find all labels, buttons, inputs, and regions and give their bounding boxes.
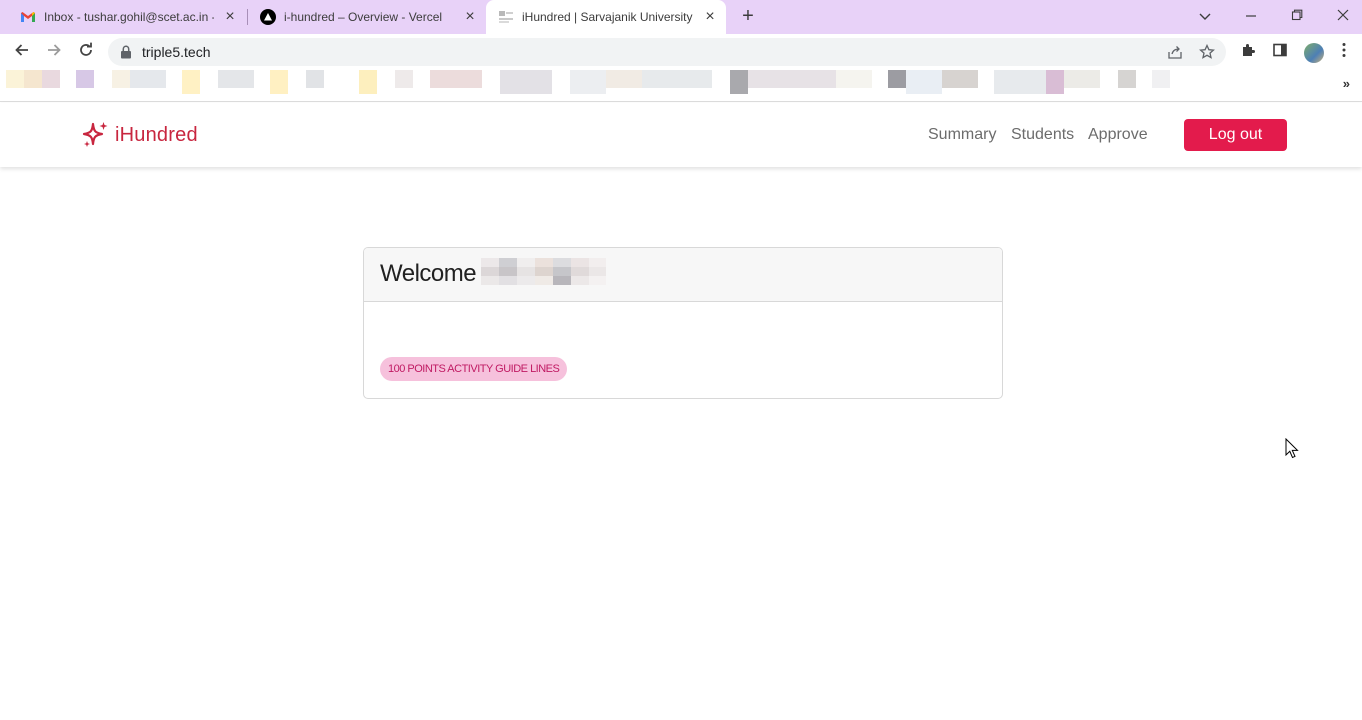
logout-button[interactable]: Log out bbox=[1184, 119, 1287, 151]
side-panel-icon[interactable] bbox=[1270, 42, 1290, 62]
bookmark-item[interactable] bbox=[1118, 70, 1136, 88]
bookmark-item[interactable] bbox=[182, 70, 200, 94]
tab-title: Inbox - tushar.gohil@scet.ac.in - bbox=[44, 10, 214, 24]
bookmark-item[interactable] bbox=[395, 70, 413, 88]
tab-strip: Inbox - tushar.gohil@scet.ac.in - × i-hu… bbox=[0, 0, 1362, 34]
gmail-icon bbox=[21, 12, 35, 22]
vercel-icon bbox=[260, 9, 276, 25]
close-icon[interactable]: × bbox=[462, 9, 478, 25]
bookmark-item[interactable] bbox=[748, 70, 836, 88]
reload-icon[interactable] bbox=[74, 40, 98, 64]
share-icon[interactable] bbox=[1166, 44, 1184, 62]
forward-icon[interactable] bbox=[42, 40, 66, 64]
site-icon bbox=[499, 11, 513, 23]
bookmarks-bar: » bbox=[0, 70, 1362, 102]
bookmark-item[interactable] bbox=[1152, 70, 1170, 88]
welcome-heading: Welcome bbox=[380, 260, 477, 287]
bookmark-item[interactable] bbox=[888, 70, 906, 88]
bookmark-star-icon[interactable] bbox=[1198, 43, 1216, 62]
bookmark-item[interactable] bbox=[76, 70, 94, 88]
bookmark-item[interactable] bbox=[906, 70, 942, 94]
nav-summary-link[interactable]: Summary bbox=[928, 126, 996, 144]
bookmark-item[interactable] bbox=[500, 70, 552, 94]
redacted-username bbox=[481, 258, 606, 285]
extensions-icon[interactable] bbox=[1238, 42, 1258, 62]
brand-logo[interactable]: iHundred bbox=[82, 121, 198, 149]
bookmark-item[interactable] bbox=[42, 70, 60, 88]
guidelines-badge[interactable]: 100 POINTS ACTIVITY GUIDE LINES bbox=[380, 357, 568, 381]
address-bar[interactable]: triple5.tech bbox=[108, 38, 1226, 66]
bookmark-item[interactable] bbox=[112, 70, 130, 88]
page-content: iHundred Summary Students Approve Log ou… bbox=[0, 103, 1362, 720]
bookmark-item[interactable] bbox=[270, 70, 288, 94]
bookmark-item[interactable] bbox=[942, 70, 978, 88]
mouse-cursor-icon bbox=[1285, 438, 1299, 459]
bookmark-item[interactable] bbox=[359, 70, 377, 94]
restore-icon[interactable] bbox=[1285, 4, 1309, 28]
bookmark-item[interactable] bbox=[570, 70, 606, 94]
tab-vercel[interactable]: i-hundred – Overview - Vercel × bbox=[248, 0, 486, 34]
menu-icon[interactable] bbox=[1334, 42, 1354, 62]
profile-avatar[interactable] bbox=[1304, 43, 1324, 63]
bookmark-item[interactable] bbox=[6, 70, 24, 88]
bookmark-item[interactable] bbox=[1046, 70, 1064, 94]
bookmark-item[interactable] bbox=[606, 70, 642, 88]
back-icon[interactable] bbox=[10, 40, 34, 64]
nav-approve-link[interactable]: Approve bbox=[1088, 126, 1148, 144]
url-text: triple5.tech bbox=[142, 44, 211, 60]
bookmark-item[interactable] bbox=[306, 70, 324, 88]
nav-students-link[interactable]: Students bbox=[1011, 126, 1074, 144]
app-navbar: iHundred Summary Students Approve Log ou… bbox=[0, 103, 1362, 167]
welcome-card: Welcome 100 POINTS ACTIVITY GUIDE LINES bbox=[363, 247, 1003, 399]
bookmark-item[interactable] bbox=[130, 70, 166, 88]
bookmark-item[interactable] bbox=[1064, 70, 1100, 88]
tab-title: iHundred | Sarvajanik University bbox=[522, 10, 693, 24]
close-icon[interactable]: × bbox=[222, 9, 238, 25]
lock-icon bbox=[121, 45, 131, 59]
bookmark-item[interactable] bbox=[994, 70, 1046, 94]
tab-gmail[interactable]: Inbox - tushar.gohil@scet.ac.in - × bbox=[8, 0, 246, 34]
bookmark-item[interactable] bbox=[430, 70, 482, 88]
close-icon[interactable]: × bbox=[702, 9, 718, 25]
minimize-icon[interactable] bbox=[1239, 4, 1263, 28]
card-header: Welcome bbox=[364, 248, 1002, 302]
bookmarks-overflow-button[interactable]: » bbox=[1343, 76, 1350, 91]
bookmark-item[interactable] bbox=[24, 70, 42, 88]
sparkle-logo-icon bbox=[82, 122, 108, 147]
tab-title: i-hundred – Overview - Vercel bbox=[284, 10, 443, 24]
tab-search-icon[interactable] bbox=[1193, 4, 1217, 28]
brand-name: iHundred bbox=[115, 123, 198, 146]
tab-ihundred[interactable]: iHundred | Sarvajanik University × bbox=[486, 0, 726, 34]
bookmark-item[interactable] bbox=[218, 70, 254, 88]
browser-toolbar: triple5.tech bbox=[0, 34, 1362, 70]
bookmark-item[interactable] bbox=[642, 70, 712, 88]
bookmark-item[interactable] bbox=[730, 70, 748, 94]
window-close-icon[interactable] bbox=[1331, 4, 1355, 28]
new-tab-button[interactable]: + bbox=[737, 5, 759, 27]
bookmark-item[interactable] bbox=[836, 70, 872, 88]
